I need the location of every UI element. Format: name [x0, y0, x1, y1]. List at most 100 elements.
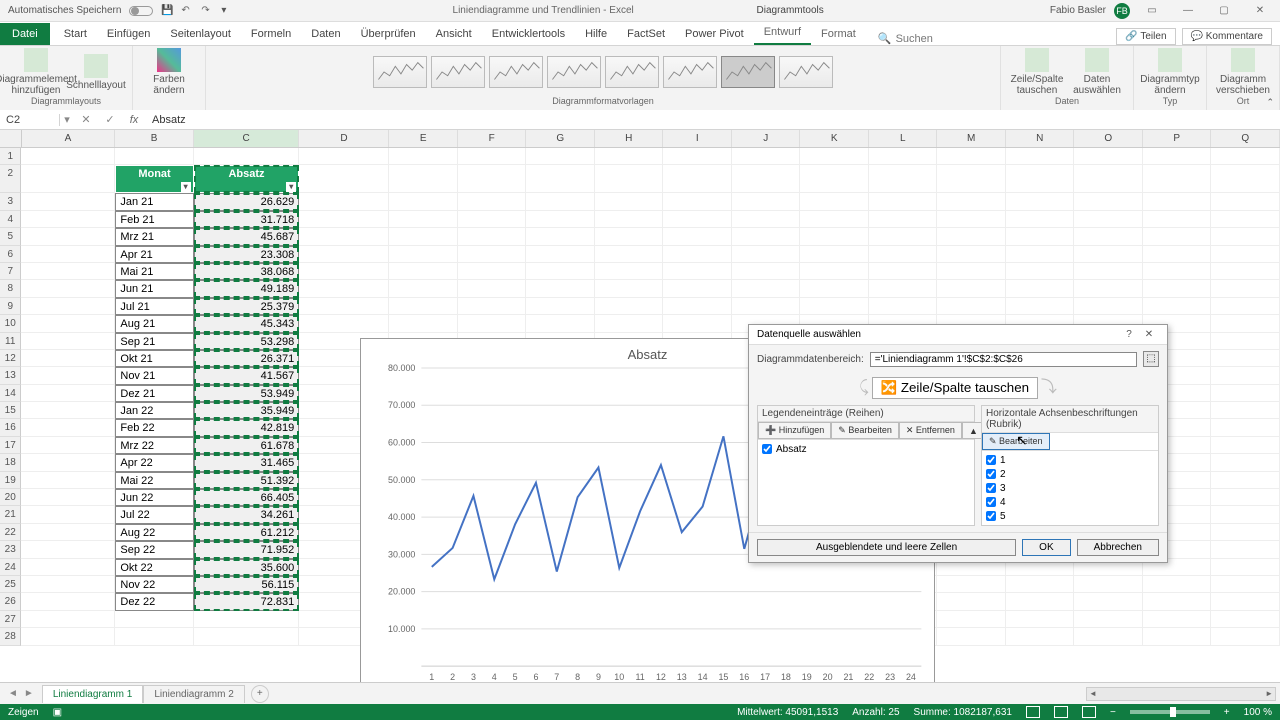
col-header-B[interactable]: B [115, 130, 193, 147]
select-data-button[interactable]: Daten auswählen [1069, 48, 1125, 96]
cell-A4[interactable] [21, 211, 115, 228]
cell-A11[interactable] [21, 333, 115, 350]
zoom-slider[interactable] [1130, 710, 1210, 714]
cell-N3[interactable] [1006, 193, 1075, 210]
col-header-J[interactable]: J [732, 130, 801, 147]
cell-E3[interactable] [389, 193, 458, 210]
cell-D1[interactable] [299, 148, 389, 165]
name-box[interactable]: C2 [0, 114, 60, 126]
sheet-tab-2[interactable]: Liniendiagramm 2 [143, 685, 245, 703]
save-icon[interactable]: 💾 [161, 5, 173, 17]
dialog-close-icon[interactable]: ✕ [1139, 329, 1159, 340]
cell-C24[interactable]: 35.600 [194, 559, 300, 576]
cell-H4[interactable] [595, 211, 664, 228]
cell-I6[interactable] [663, 246, 732, 263]
row-header[interactable]: 4 [0, 211, 21, 228]
cell-N1[interactable] [1006, 148, 1075, 165]
tab-hilfe[interactable]: Hilfe [575, 23, 617, 45]
cell-B14[interactable]: Dez 21 [115, 385, 193, 402]
cell-K1[interactable] [800, 148, 869, 165]
cell-K7[interactable] [800, 263, 869, 280]
cell-H9[interactable] [595, 298, 664, 315]
cell-A10[interactable] [21, 315, 115, 332]
cell-E2[interactable] [389, 165, 458, 193]
cell-L3[interactable] [869, 193, 938, 210]
cell-O2[interactable] [1074, 165, 1143, 193]
tab-ansicht[interactable]: Ansicht [426, 23, 482, 45]
add-sheet-button[interactable]: + [251, 685, 269, 703]
cell-C8[interactable]: 49.189 [194, 280, 300, 297]
cell-Q15[interactable] [1211, 402, 1280, 419]
cell-B15[interactable]: Jan 22 [115, 402, 193, 419]
series-add-button[interactable]: ➕ Hinzufügen [758, 422, 831, 439]
user-avatar[interactable]: FB [1114, 3, 1130, 19]
cell-E10[interactable] [389, 315, 458, 332]
cell-M8[interactable] [937, 280, 1006, 297]
cell-L2[interactable] [869, 165, 938, 193]
cell-F5[interactable] [458, 228, 527, 245]
col-header-G[interactable]: G [526, 130, 595, 147]
quick-layout-button[interactable]: Schnelllayout [68, 54, 124, 91]
sheet-tab-1[interactable]: Liniendiagramm 1 [42, 685, 144, 703]
cell-C19[interactable]: 51.392 [194, 472, 300, 489]
cell-E5[interactable] [389, 228, 458, 245]
cell-N25[interactable] [1006, 576, 1075, 593]
cell-Q20[interactable] [1211, 489, 1280, 506]
cell-I5[interactable] [663, 228, 732, 245]
cell-J4[interactable] [732, 211, 801, 228]
cell-A9[interactable] [21, 298, 115, 315]
cell-G10[interactable] [526, 315, 595, 332]
cell-J9[interactable] [732, 298, 801, 315]
redo-icon[interactable]: ↷ [201, 5, 213, 17]
change-colors-button[interactable]: Farben ändern [141, 48, 197, 96]
cell-B7[interactable]: Mai 21 [115, 263, 193, 280]
cell-B17[interactable]: Mrz 22 [115, 437, 193, 454]
cell-G8[interactable] [526, 280, 595, 297]
cell-A22[interactable] [21, 524, 115, 541]
cell-J5[interactable] [732, 228, 801, 245]
cell-D2[interactable] [299, 165, 389, 193]
cell-C22[interactable]: 61.212 [194, 524, 300, 541]
cell-C17[interactable]: 61.678 [194, 437, 300, 454]
cell-F3[interactable] [458, 193, 527, 210]
cell-D3[interactable] [299, 193, 389, 210]
cell-A17[interactable] [21, 437, 115, 454]
cell-C20[interactable]: 66.405 [194, 489, 300, 506]
cell-I8[interactable] [663, 280, 732, 297]
cell-C16[interactable]: 42.819 [194, 419, 300, 436]
cell-K3[interactable] [800, 193, 869, 210]
cell-J1[interactable] [732, 148, 801, 165]
cell-C2[interactable]: Absatz▾ [194, 165, 300, 193]
tab-power pivot[interactable]: Power Pivot [675, 23, 754, 45]
cell-J2[interactable] [732, 165, 801, 193]
macro-record-icon[interactable]: ▣ [53, 707, 62, 718]
col-header-M[interactable]: M [937, 130, 1006, 147]
tab-entwicklertools[interactable]: Entwicklertools [482, 23, 575, 45]
dialog-help-icon[interactable]: ? [1119, 329, 1139, 340]
cell-Q8[interactable] [1211, 280, 1280, 297]
cell-J7[interactable] [732, 263, 801, 280]
cell-O25[interactable] [1074, 576, 1143, 593]
series-remove-button[interactable]: ✕ Entfernen [899, 422, 962, 439]
cell-N8[interactable] [1006, 280, 1075, 297]
cell-P26[interactable] [1143, 593, 1212, 610]
cell-Q23[interactable] [1211, 541, 1280, 558]
cell-G5[interactable] [526, 228, 595, 245]
tell-me-search[interactable]: 🔍 Suchen [878, 32, 933, 45]
cell-H1[interactable] [595, 148, 664, 165]
cell-C10[interactable]: 45.343 [194, 315, 300, 332]
cell-B18[interactable]: Apr 22 [115, 454, 193, 471]
cell-J6[interactable] [732, 246, 801, 263]
cell-B4[interactable]: Feb 21 [115, 211, 193, 228]
col-header-D[interactable]: D [299, 130, 389, 147]
cell-A18[interactable] [21, 454, 115, 471]
tab-start[interactable]: Start [54, 23, 97, 45]
cell-N2[interactable] [1006, 165, 1075, 193]
cell-P6[interactable] [1143, 246, 1212, 263]
tab-factset[interactable]: FactSet [617, 23, 675, 45]
chart-style-5[interactable] [605, 56, 659, 88]
row-header[interactable]: 18 [0, 454, 21, 471]
row-header[interactable]: 16 [0, 419, 21, 436]
name-box-dropdown-icon[interactable]: ▾ [60, 113, 74, 126]
cell-C12[interactable]: 26.371 [194, 350, 300, 367]
